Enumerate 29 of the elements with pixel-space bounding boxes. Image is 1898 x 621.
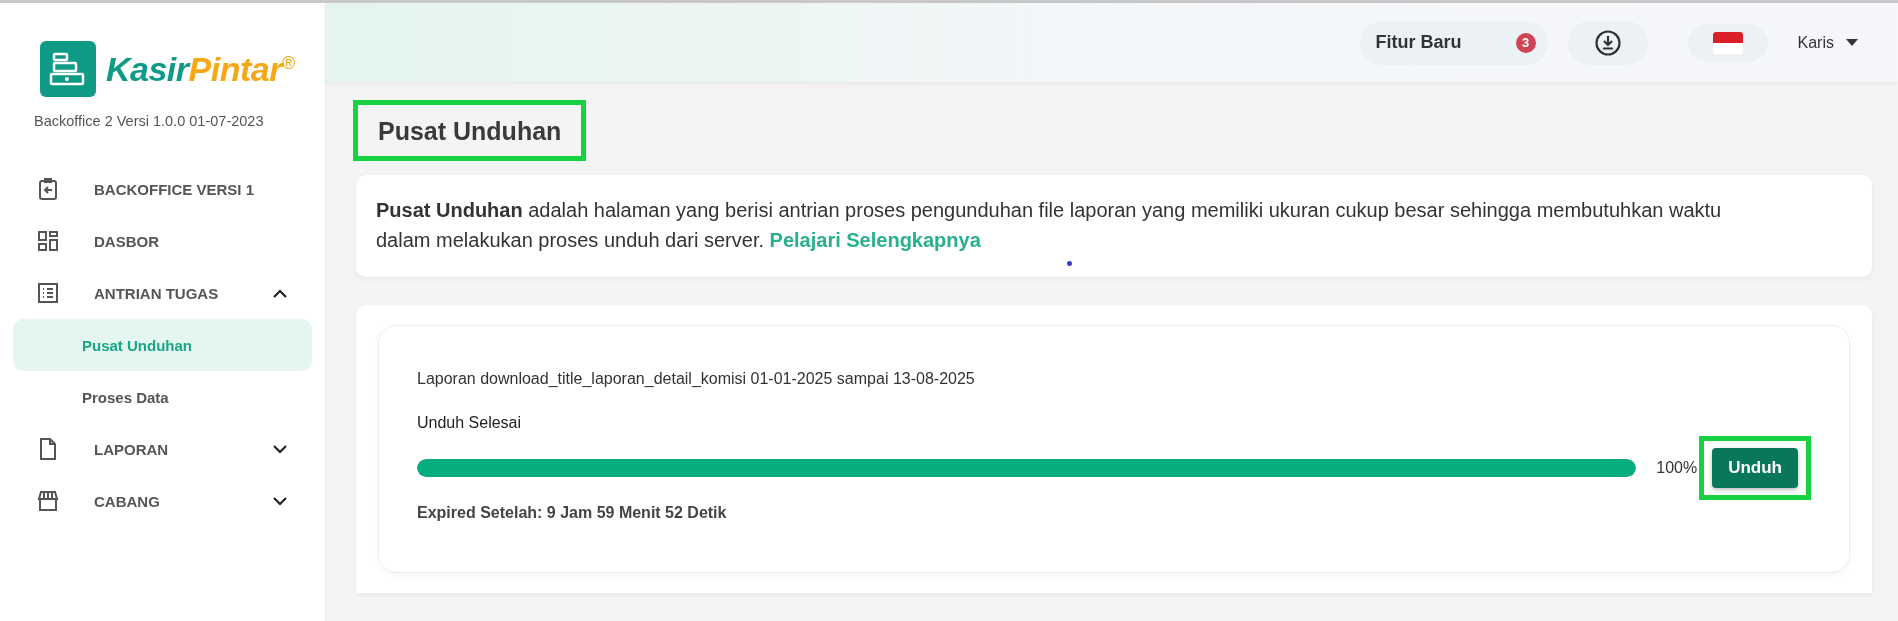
brand-logo: KasirPintar$^{®}$ (106, 49, 295, 89)
sidebar-item[interactable]: BACKOFFICE VERSI 1 (0, 163, 325, 215)
store-icon (36, 489, 60, 513)
list-icon (36, 281, 60, 305)
expiry-text: Expired Setelah: 9 Jam 59 Menit 52 Detik (417, 504, 728, 522)
sidebar-item[interactable]: CABANG (0, 475, 325, 527)
download-icon (1594, 29, 1621, 56)
cash-register-icon (40, 41, 96, 97)
dashboard-icon (36, 229, 60, 253)
version-label: Backoffice 2 Versi 1.0.0 01-07-2023 (34, 113, 265, 129)
clipboard-icon (36, 177, 60, 201)
download-button[interactable] (1567, 20, 1648, 65)
download-button[interactable]: Unduh (1712, 448, 1798, 488)
new-features-button[interactable]: Fitur Baru 3 (1359, 20, 1548, 65)
sidebar-item[interactable]: ANTRIAN TUGAS (0, 267, 325, 319)
cursor-dot (1067, 261, 1072, 266)
percent-label: 100% (1656, 459, 1698, 477)
sidebar-item[interactable]: DASBOR (0, 215, 325, 267)
status-text: Unduh Selesai (417, 414, 523, 432)
info-text: Pusat Unduhan adalah halaman yang berisi antrian proses pengunduhan file laporan yang memiliki ukuran cukup besar sehingga membutuhkan waktu dalam melakukan proses unduh dari server. Pelajari Selengkapnya (376, 198, 1723, 253)
caret-icon (1846, 39, 1858, 46)
language-button[interactable] (1687, 23, 1768, 62)
count-badge: 3 (1515, 32, 1536, 53)
submenu-item[interactable]: Proses Data (13, 371, 312, 423)
user-menu[interactable]: Karis (1797, 33, 1858, 52)
page-title: Pusat Unduhan (378, 117, 562, 146)
report-title: Laporan download_title_laporan_detail_komisi 01-01-2025 sampai 13-08-2025 (417, 370, 976, 388)
flag-icon (1712, 31, 1743, 54)
sidebar-item[interactable]: LAPORAN (0, 423, 325, 475)
